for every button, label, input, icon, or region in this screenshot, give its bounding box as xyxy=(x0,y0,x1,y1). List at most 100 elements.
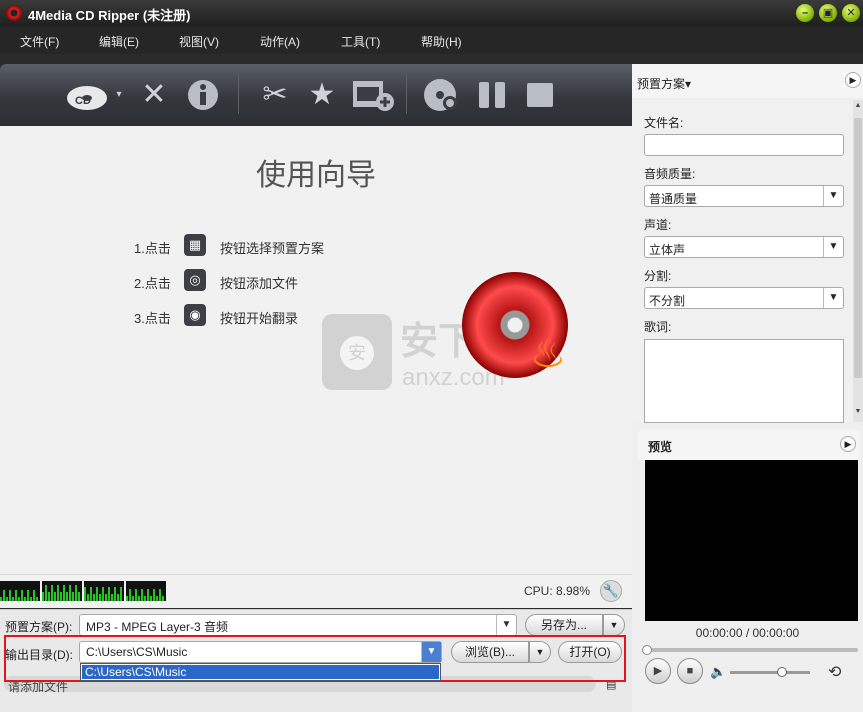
preview-title: 预览 xyxy=(648,440,673,454)
vu-bar xyxy=(69,585,71,601)
menu-action[interactable]: 动作(A) xyxy=(260,33,300,50)
flame-icon: ♨ xyxy=(530,332,566,376)
add-cd-icon[interactable]: CD xyxy=(66,78,112,112)
quality-select[interactable]: 普通质量 ▼ xyxy=(644,185,844,207)
chevron-down-icon[interactable]: ▼ xyxy=(823,288,843,308)
vu-bar xyxy=(45,585,47,601)
vu-bar xyxy=(96,587,98,601)
vu-meter xyxy=(42,581,82,601)
add-profile-icon[interactable] xyxy=(350,78,396,112)
channel-value: 立体声 xyxy=(649,243,686,257)
menu-file[interactable]: 文件(F) xyxy=(20,33,59,50)
rip-icon[interactable] xyxy=(420,78,464,112)
menu-tools[interactable]: 工具(T) xyxy=(341,33,380,50)
dropdown-option[interactable]: C:\Users\CS\Music xyxy=(82,665,439,679)
pause-icon[interactable] xyxy=(474,78,510,112)
output-dir-dropdown[interactable]: C:\Users\CS\Music xyxy=(80,663,441,681)
properties-scrollbar[interactable]: ▲ ▼ xyxy=(853,100,863,422)
chevron-down-icon[interactable]: ▼ xyxy=(496,615,516,635)
volume-icon[interactable]: 🔈 xyxy=(710,664,726,680)
vu-bar xyxy=(18,597,20,601)
wizard-panel: 使用向导 1.点击 ▦ 按钮选择预置方案 2.点击 ◎ 按钮添加文件 3.点击 … xyxy=(0,126,632,574)
vu-bar xyxy=(21,590,23,601)
channel-select[interactable]: 立体声 ▼ xyxy=(644,236,844,258)
lyrics-textarea[interactable] xyxy=(644,339,844,423)
seek-slider[interactable] xyxy=(642,645,858,655)
step-number: 3.点击 xyxy=(134,311,171,326)
cd-label: CD xyxy=(75,95,91,107)
preset-panel-header[interactable]: 预置方案▾ ▶ xyxy=(632,64,863,98)
chevron-right-icon[interactable]: ▶ xyxy=(840,436,856,452)
save-as-button[interactable]: 另存为... xyxy=(525,614,603,636)
vu-bar xyxy=(57,585,59,601)
right-panel: 预置方案▾ ▶ 文件名: 音频质量: 普通质量 ▼ 声道: 立体声 ▼ 分割: … xyxy=(632,64,863,712)
vu-bar xyxy=(120,587,122,601)
vu-bar xyxy=(129,589,131,601)
scrollbar-thumb[interactable] xyxy=(854,118,862,378)
filename-input[interactable] xyxy=(644,134,844,156)
preview-panel-header: 预览 ▶ xyxy=(638,430,860,460)
vu-bar xyxy=(0,597,2,601)
vu-bar xyxy=(105,594,107,601)
vu-bar xyxy=(135,589,137,601)
stop-icon[interactable] xyxy=(524,78,556,112)
effects-icon[interactable]: ★ xyxy=(302,78,342,112)
vu-bar xyxy=(87,594,89,601)
info-icon[interactable] xyxy=(184,78,222,112)
vu-bar xyxy=(90,587,92,601)
vu-bar xyxy=(144,596,146,601)
save-as-dropdown-icon[interactable]: ▼ xyxy=(603,614,625,636)
step-text: 按钮开始翻录 xyxy=(220,311,299,326)
vu-bar xyxy=(147,589,149,601)
snapshot-icon[interactable]: ⟲ xyxy=(828,662,841,682)
vu-bar xyxy=(93,594,95,601)
clip-icon[interactable]: ✂ xyxy=(252,78,298,112)
vu-bar xyxy=(84,587,86,601)
vu-bar xyxy=(153,589,155,601)
split-select[interactable]: 不分割 ▼ xyxy=(644,287,844,309)
volume-slider[interactable] xyxy=(730,667,810,677)
vu-bar xyxy=(138,596,140,601)
maximize-button[interactable]: ▣ xyxy=(819,4,837,22)
menu-view[interactable]: 视图(V) xyxy=(179,33,219,50)
watermark-bag-icon: 安 xyxy=(322,314,392,390)
profile-icon: ▦ xyxy=(184,234,206,256)
step-text: 按钮选择预置方案 xyxy=(220,241,325,256)
vu-bar xyxy=(3,590,5,601)
wrench-icon[interactable]: 🔧 xyxy=(600,580,622,602)
step-number: 2.点击 xyxy=(134,276,171,291)
minimize-button[interactable]: – xyxy=(796,4,814,22)
scroll-down-icon[interactable]: ▼ xyxy=(853,408,863,420)
vu-bar xyxy=(150,596,152,601)
close-button[interactable]: ✕ xyxy=(842,4,860,22)
scroll-up-icon[interactable]: ▲ xyxy=(853,102,863,114)
preset-label: 预置方案(P): xyxy=(5,620,73,634)
delete-icon[interactable]: ✕ xyxy=(136,78,172,112)
split-label: 分割: xyxy=(644,269,672,283)
preset-select[interactable]: MP3 - MPEG Layer-3 音频 ▼ xyxy=(79,614,517,636)
menu-help[interactable]: 帮助(H) xyxy=(421,33,462,50)
menu-edit[interactable]: 编辑(E) xyxy=(99,33,139,50)
play-button[interactable]: ▶ xyxy=(645,658,671,684)
chevron-right-icon[interactable]: ▶ xyxy=(845,72,861,88)
stop-button[interactable]: ■ xyxy=(677,658,703,684)
vu-bar xyxy=(54,592,56,601)
vu-bar xyxy=(141,589,143,601)
vu-bar xyxy=(159,589,161,601)
cpu-usage: CPU: 8.98% xyxy=(524,584,591,598)
vu-bar xyxy=(156,596,158,601)
seek-knob[interactable] xyxy=(642,645,652,655)
chevron-down-icon[interactable]: ▼ xyxy=(823,186,843,206)
vu-bar xyxy=(72,592,74,601)
vu-bar xyxy=(108,587,110,601)
add-cd-dropdown-icon[interactable]: ▾ xyxy=(112,78,126,112)
chevron-down-icon[interactable]: ▼ xyxy=(823,237,843,257)
toolbar-separator xyxy=(406,76,407,114)
vu-bar xyxy=(48,592,50,601)
quality-value: 普通质量 xyxy=(649,192,698,206)
preview-video xyxy=(645,460,858,621)
preset-header-label: 预置方案▾ xyxy=(637,77,692,91)
vu-meter xyxy=(84,581,124,601)
split-value: 不分割 xyxy=(649,294,686,308)
volume-knob[interactable] xyxy=(777,667,787,677)
